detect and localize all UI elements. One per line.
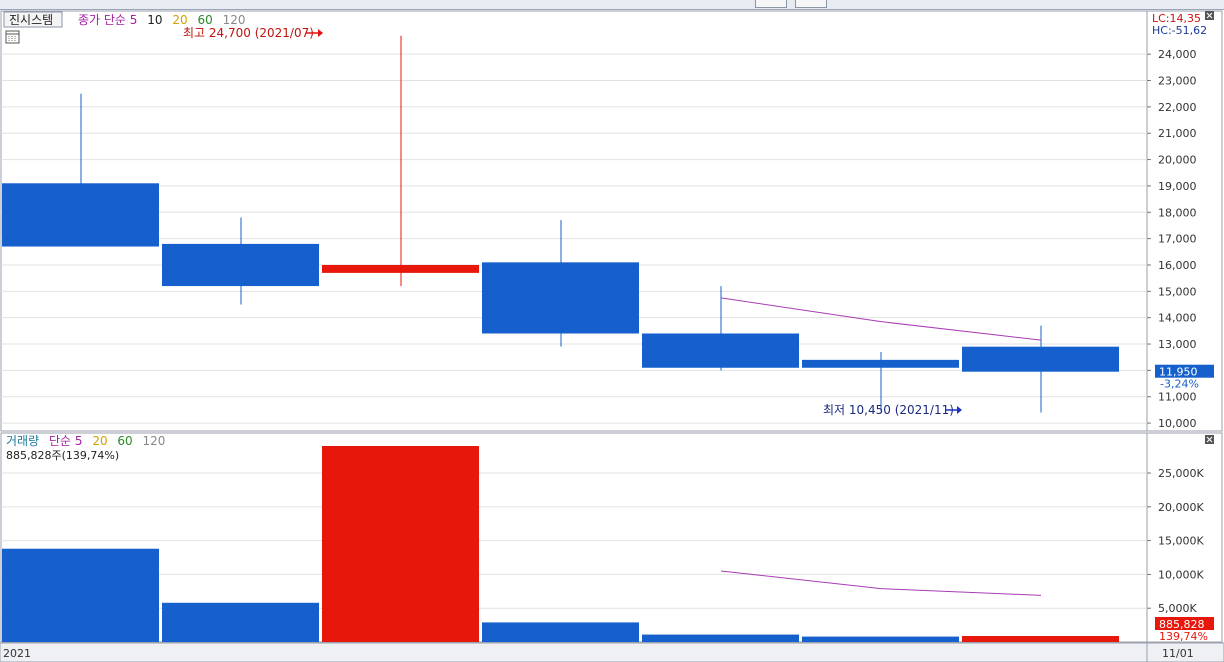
volume-ytick-label: 10,000K [1158, 568, 1204, 581]
price-ytick-label: 21,000 [1158, 127, 1197, 140]
date-axis-end: 11/01 [1162, 647, 1194, 660]
price-legend-item: 20 [172, 13, 187, 27]
volume-bar [162, 602, 319, 642]
price-legend-item: 종가 단순 5 [78, 13, 137, 27]
volume-bar [322, 446, 479, 642]
volume-legend-item: 60 [117, 434, 132, 448]
candle-body [482, 262, 639, 334]
low-annotation: 최저 10,450 (2021/11) [823, 403, 954, 417]
price-ytick-label: 19,000 [1158, 180, 1197, 193]
price-ytick-label: 16,000 [1158, 259, 1197, 272]
volume-bar [802, 636, 959, 642]
volume-ytick-label: 5,000K [1158, 602, 1197, 615]
volume-bar [2, 548, 159, 642]
volume-bar [962, 636, 1119, 642]
volume-bars [2, 446, 1119, 642]
close-panel-icon[interactable] [1205, 11, 1214, 20]
system-label: 진시스템 [9, 13, 53, 27]
date-axis-bar [0, 642, 1224, 662]
stock-chart: 24,000 23,000 22,000 21,000 20,000 19,000 18,0… [0, 10, 1224, 662]
volume-ytick-label: 15,000K [1158, 535, 1204, 548]
candle-body [802, 359, 959, 368]
high-annotation: 최고 24,700 (2021/07) [183, 26, 314, 40]
price-ytick-label: 17,000 [1158, 233, 1197, 246]
volume-legend-item: 20 [92, 434, 107, 448]
candles [2, 35, 1119, 413]
candle-body [162, 243, 319, 287]
price-ytick-label: 11,000 [1158, 391, 1197, 404]
volume-legend-item: 단순 5 [49, 434, 83, 448]
calendar-icon[interactable] [5, 30, 20, 44]
volume-ytick-label: 25,000K [1158, 467, 1204, 480]
candle-body [322, 264, 479, 273]
price-legend-item: 120 [223, 13, 246, 27]
volume-readout: 885,828주(139,74%) [6, 449, 119, 462]
price-ytick-label: 20,000 [1158, 154, 1197, 167]
date-axis-start: 2021 [3, 647, 31, 660]
volume-legend-item: 120 [143, 434, 166, 448]
volume-legend-item: 거래량 [6, 434, 39, 448]
hc-indicator: HC:-51,62 [1152, 24, 1207, 37]
price-ytick-label: 24,000 [1158, 48, 1197, 61]
price-ytick-label: 23,000 [1158, 75, 1197, 88]
candle-body [2, 183, 159, 247]
current-volume-ratio: 139,74% [1159, 630, 1208, 643]
volume-ytick-label: 20,000K [1158, 501, 1204, 514]
current-change-label: -3,24% [1160, 378, 1199, 391]
price-ytick-label: 10,000 [1158, 417, 1197, 430]
volume-bar [482, 622, 639, 642]
volume-gridlines [1, 472, 1151, 609]
volume-bar [642, 634, 799, 642]
close-panel-icon[interactable] [1205, 435, 1214, 444]
volume-ytick-labels: 25,000K 20,000K 15,000K 10,000K 5,000K [1158, 467, 1204, 615]
price-ytick-label: 22,000 [1158, 101, 1197, 114]
price-ytick-label: 13,000 [1158, 338, 1197, 351]
price-ytick-label: 14,000 [1158, 312, 1197, 325]
volume-legend[interactable]: 거래량 단순 5 20 60 120 [6, 434, 165, 448]
price-ytick-label: 18,000 [1158, 206, 1197, 219]
candle-body [962, 346, 1119, 372]
price-ytick-label: 15,000 [1158, 285, 1197, 298]
candle-body [642, 333, 799, 368]
price-legend[interactable]: 종가 단순 5 10 20 60 120 [78, 13, 246, 27]
price-legend-item: 60 [197, 13, 212, 27]
price-legend-item: 10 [147, 13, 162, 27]
